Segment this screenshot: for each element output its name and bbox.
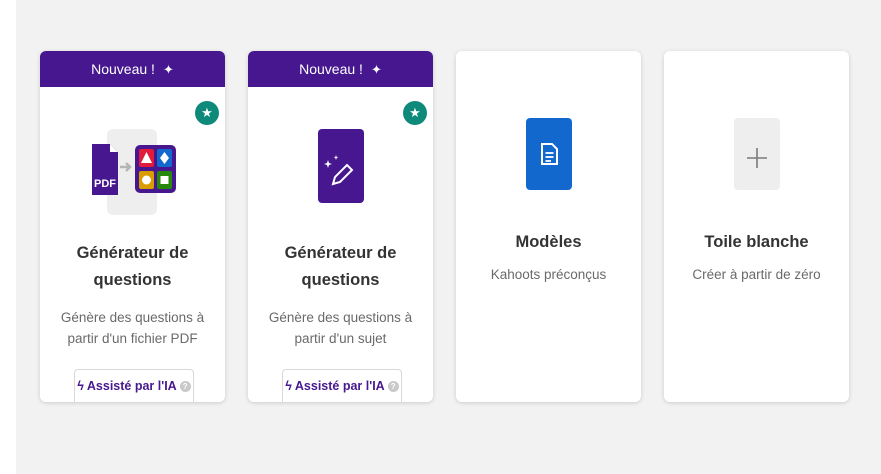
new-banner: Nouveau ! ✦ (248, 51, 433, 87)
card-title: Toile blanche (704, 233, 809, 251)
card-description: Kahoots préconçus (490, 267, 607, 282)
card-title: Modèles (515, 233, 582, 251)
card-title: Générateur de questions (284, 244, 397, 289)
blank-canvas-card[interactable]: Toile blanche Créer à partir de zéro (664, 51, 849, 402)
lightning-icon: ϟ (77, 379, 84, 393)
help-icon[interactable]: ? (387, 380, 399, 392)
star-icon: ★ (403, 101, 427, 125)
magic-pen-icon (318, 129, 364, 203)
sparkle-icon: ✦ (162, 62, 174, 77)
new-banner: Nouveau ! ✦ (40, 51, 225, 87)
star-icon: ★ (195, 101, 219, 125)
topic-question-generator-card[interactable]: Nouveau ! ✦ ★ Générateur de questions Gén… (248, 51, 433, 402)
plus-icon (734, 118, 780, 190)
lightning-icon: ϟ (285, 379, 292, 393)
templates-card[interactable]: Modèles Kahoots préconçus (456, 51, 641, 402)
card-title: Générateur de questions (76, 244, 189, 289)
help-icon[interactable]: ? (179, 380, 191, 392)
card-description: Génère des questions à partir d'un fichi… (60, 310, 205, 346)
card-description: Créer à partir de zéro (692, 267, 821, 282)
card-description: Génère des questions à partir d'un sujet (268, 310, 413, 346)
pdf-label: PDF (94, 178, 116, 190)
document-icon (526, 118, 572, 190)
pdf-question-generator-card[interactable]: Nouveau ! ✦ ★ PDF Générateur de questions… (40, 51, 225, 402)
pdf-to-quiz-icon: PDF (92, 129, 176, 215)
ai-assisted-badge[interactable]: ϟ Assisté par l'IA ? (74, 369, 194, 402)
sparkle-icon: ✦ (370, 62, 382, 77)
ai-assisted-badge[interactable]: ϟ Assisté par l'IA ? (282, 369, 402, 402)
create-options-panel: Nouveau ! ✦ ★ PDF Générateur de questions… (16, 0, 881, 474)
